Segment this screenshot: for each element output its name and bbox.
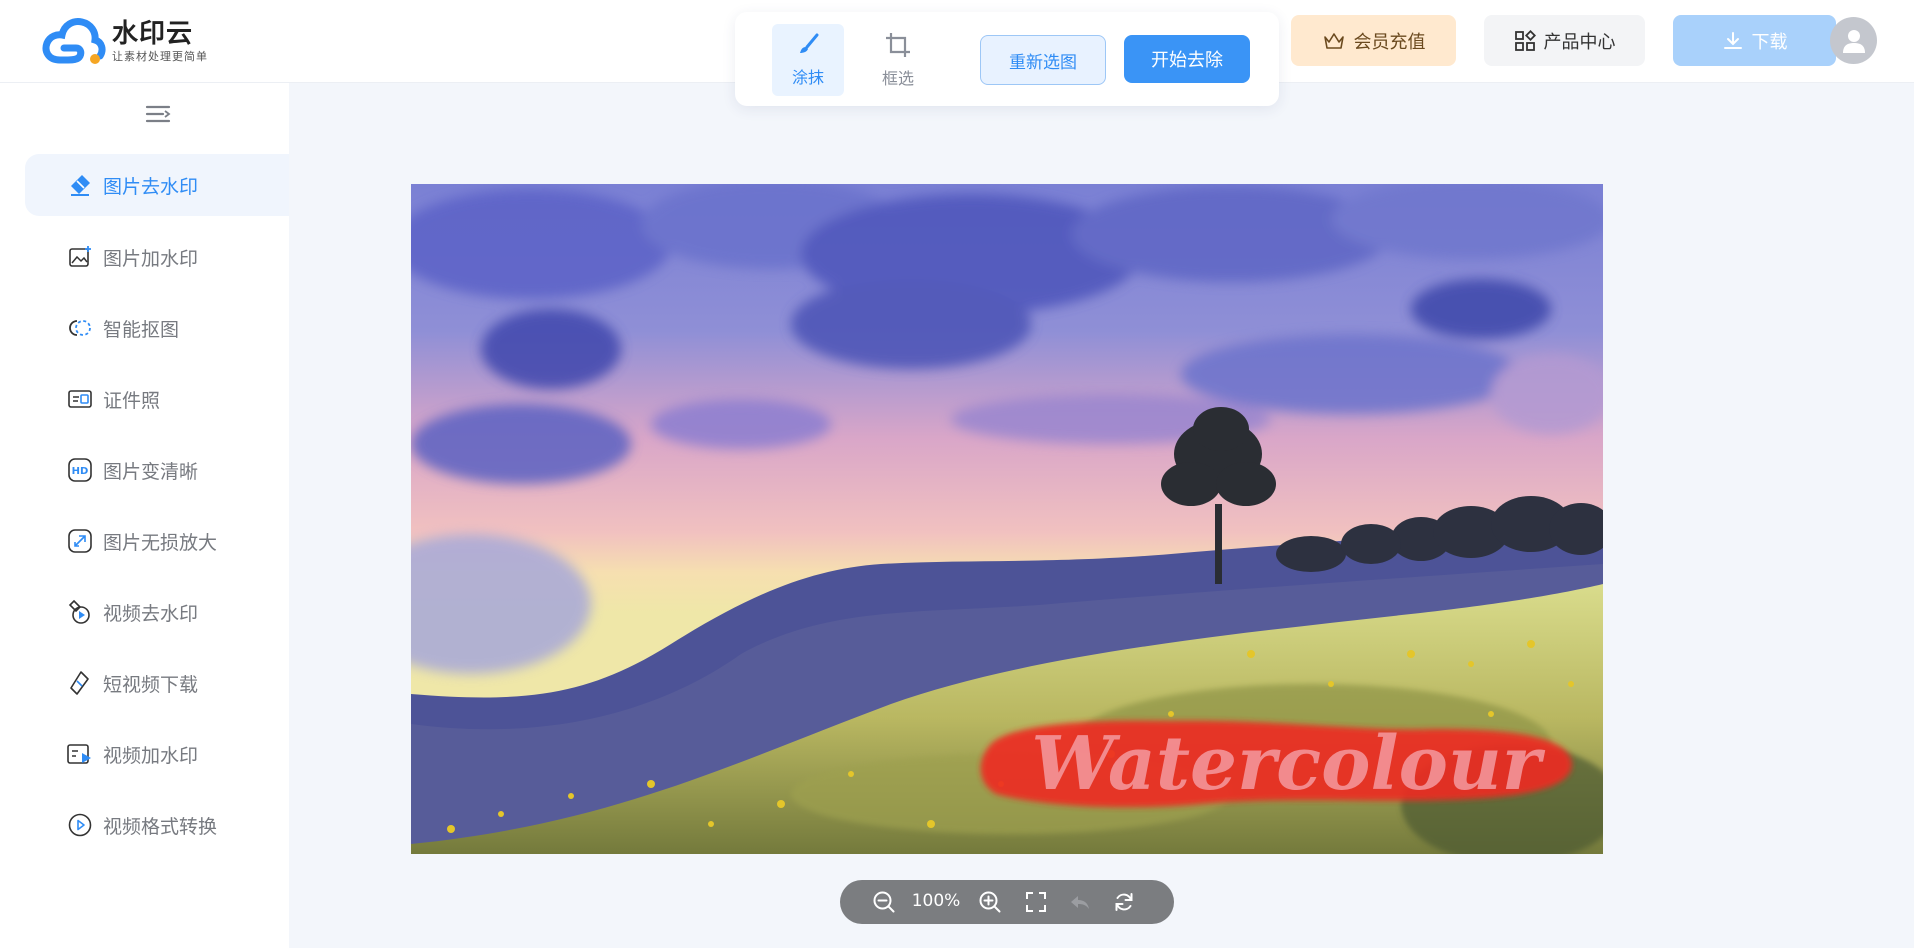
vip-recharge-label: 会员充值 bbox=[1353, 31, 1426, 53]
undo-button[interactable] bbox=[1068, 890, 1092, 914]
tool-brush[interactable]: 涂抹 bbox=[772, 24, 844, 96]
crown-icon bbox=[1323, 32, 1344, 49]
start-remove-button[interactable]: 开始去除 bbox=[1124, 35, 1250, 83]
sidebar-item-label: 视频格式转换 bbox=[103, 815, 218, 838]
image-canvas[interactable]: Watercolour bbox=[411, 184, 1603, 854]
link-icon bbox=[67, 670, 93, 696]
sidebar-item-video-format-convert[interactable]: 视频格式转换 bbox=[25, 794, 289, 856]
play-circle-icon bbox=[67, 812, 93, 838]
zoom-out-button[interactable] bbox=[872, 890, 896, 914]
menu-collapse-icon[interactable] bbox=[145, 103, 171, 125]
image-add-icon bbox=[67, 244, 93, 270]
sidebar-item-video-remove-watermark[interactable]: 视频去水印 bbox=[25, 581, 289, 643]
video-add-icon bbox=[67, 741, 93, 767]
sidebar-item-label: 视频去水印 bbox=[103, 602, 199, 625]
brand-tagline: 让素材处理更简单 bbox=[112, 49, 208, 63]
id-card-icon bbox=[67, 386, 93, 412]
zoom-in-icon bbox=[979, 891, 1001, 913]
sidebar-item-short-video-download[interactable]: 短视频下载 bbox=[25, 652, 289, 714]
download-button[interactable]: 下载 bbox=[1673, 15, 1836, 66]
sidebar-item-video-add-watermark[interactable]: 视频加水印 bbox=[25, 723, 289, 785]
brand-name: 水印云 bbox=[112, 18, 194, 49]
watermark-text: Watercolour bbox=[1031, 721, 1546, 807]
product-center-label: 产品中心 bbox=[1543, 31, 1616, 53]
sidebar-item-lossless-enlarge[interactable]: 图片无损放大 bbox=[25, 510, 289, 572]
reset-button[interactable] bbox=[1112, 890, 1136, 914]
tool-box-select[interactable]: 框选 bbox=[862, 24, 934, 96]
eraser-icon bbox=[67, 172, 93, 198]
cloud-logo-icon bbox=[42, 18, 106, 64]
edit-tool-panel: 涂抹 框选 重新选图 开始去除 bbox=[735, 12, 1279, 106]
download-label: 下载 bbox=[1751, 31, 1788, 53]
video-eraser-icon bbox=[67, 599, 93, 625]
user-icon bbox=[1842, 29, 1865, 53]
hd-icon: HD bbox=[67, 457, 93, 483]
fullscreen-icon bbox=[1026, 892, 1046, 912]
sidebar: 图片去水印 图片加水印 智能抠图 证件照 HD 图片变清晰 图片无损放大 视频去… bbox=[0, 83, 289, 948]
sidebar-item-image-sharpen[interactable]: HD 图片变清晰 bbox=[25, 439, 289, 501]
sidebar-item-label: 短视频下载 bbox=[103, 673, 199, 696]
sidebar-item-id-photo[interactable]: 证件照 bbox=[25, 368, 289, 430]
sidebar-item-label: 图片去水印 bbox=[103, 175, 199, 198]
product-center-button[interactable]: 产品中心 bbox=[1484, 15, 1645, 66]
zoom-in-button[interactable] bbox=[978, 890, 1002, 914]
sidebar-item-image-add-watermark[interactable]: 图片加水印 bbox=[25, 226, 289, 288]
cutout-icon bbox=[67, 315, 93, 341]
undo-icon bbox=[1071, 896, 1089, 909]
zoom-out-icon bbox=[873, 891, 895, 913]
reselect-image-button[interactable]: 重新选图 bbox=[980, 35, 1106, 85]
tool-brush-label: 涂抹 bbox=[791, 68, 824, 87]
brand-logo[interactable]: 水印云 让素材处理更简单 bbox=[42, 16, 208, 66]
download-icon bbox=[1723, 31, 1742, 49]
zoom-level: 100% bbox=[911, 891, 961, 911]
grid-apps-icon bbox=[1514, 29, 1536, 51]
sidebar-item-smart-cutout[interactable]: 智能抠图 bbox=[25, 297, 289, 359]
zoom-toolbar: 100% bbox=[840, 880, 1174, 924]
watercolour-landscape-image: Watercolour bbox=[411, 184, 1603, 854]
sidebar-item-label: 图片无损放大 bbox=[103, 531, 218, 554]
crop-icon bbox=[886, 33, 910, 57]
fit-screen-button[interactable] bbox=[1024, 890, 1048, 914]
sidebar-item-label: 视频加水印 bbox=[103, 744, 199, 767]
sidebar-item-image-remove-watermark[interactable]: 图片去水印 bbox=[25, 154, 289, 216]
brush-icon bbox=[800, 33, 819, 53]
sidebar-item-label: 智能抠图 bbox=[103, 318, 180, 341]
refresh-icon bbox=[1115, 893, 1133, 911]
svg-text:HD: HD bbox=[72, 466, 89, 477]
tool-box-select-label: 框选 bbox=[881, 69, 914, 88]
sidebar-item-label: 图片变清晰 bbox=[103, 460, 199, 483]
sidebar-item-label: 证件照 bbox=[103, 389, 161, 412]
sidebar-item-label: 图片加水印 bbox=[103, 247, 199, 270]
user-avatar[interactable] bbox=[1830, 17, 1877, 64]
enlarge-icon bbox=[67, 528, 93, 554]
vip-recharge-button[interactable]: 会员充值 bbox=[1291, 15, 1456, 66]
